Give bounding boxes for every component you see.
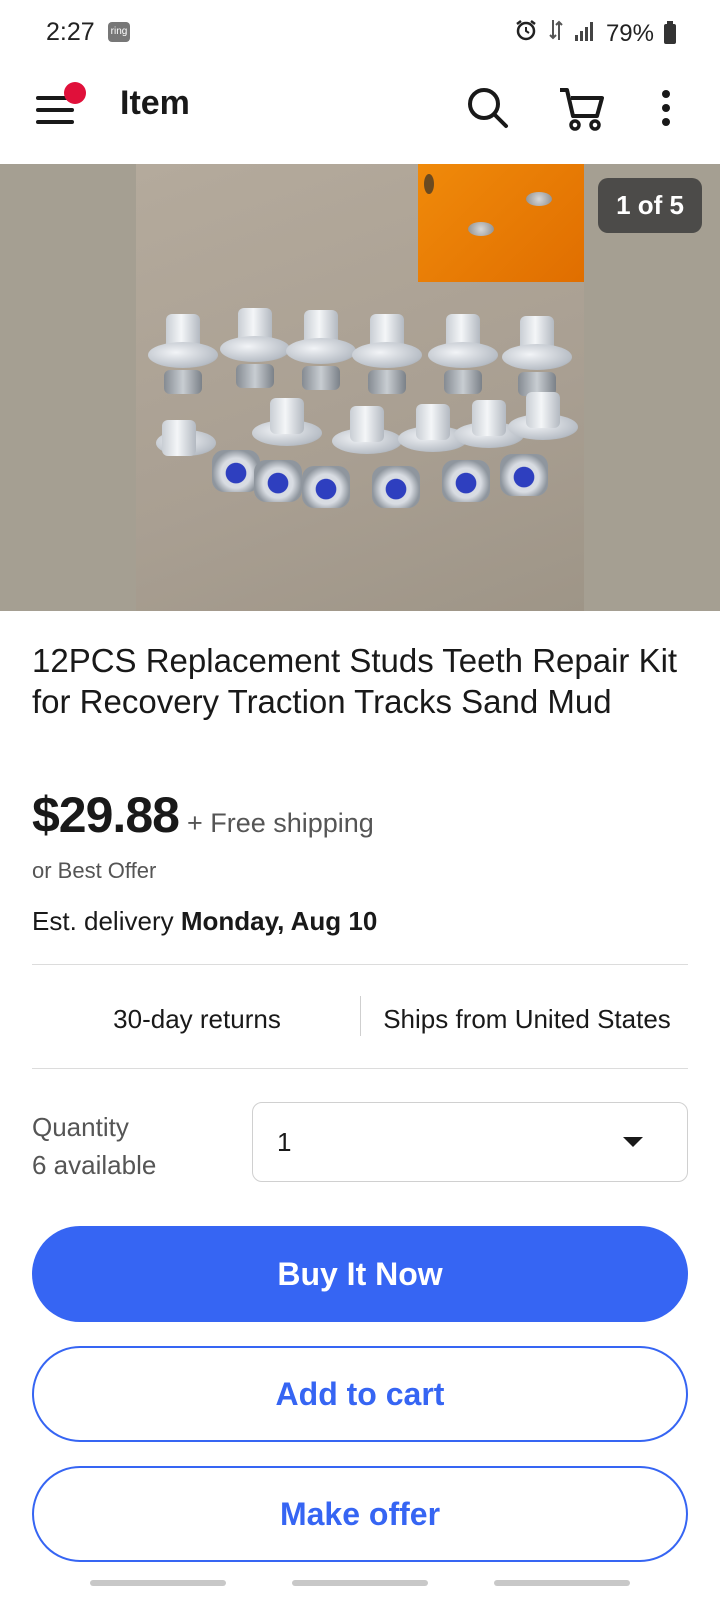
status-time: 2:27: [46, 18, 95, 46]
make-offer-button[interactable]: Make offer: [32, 1466, 688, 1562]
nav-hint-center: [292, 1580, 428, 1586]
add-to-cart-button[interactable]: Add to cart: [32, 1346, 688, 1442]
ships-from[interactable]: Ships from United States: [362, 966, 692, 1072]
chevron-down-icon: [623, 1137, 643, 1147]
delivery-date: Monday, Aug 10: [180, 906, 378, 936]
cart-icon: [557, 84, 607, 137]
inset-photo: [418, 164, 584, 282]
menu-icon[interactable]: [34, 82, 86, 132]
quantity-select[interactable]: 1: [252, 1102, 688, 1182]
photo-counter: 1 of 5: [598, 178, 702, 233]
policy-row: 30-day returns Ships from United States: [32, 966, 688, 1072]
page-title: Item: [120, 84, 190, 122]
image-gallery[interactable]: 1 of 5: [0, 164, 720, 611]
quantity-info: Quantity 6 available: [32, 1108, 156, 1184]
app-bar: Item: [0, 64, 720, 164]
delivery-estimate: Est. delivery Monday, Aug 10: [32, 906, 377, 937]
nylon-nut: [212, 450, 260, 492]
price-row: $29.88 + Free shipping: [32, 786, 374, 844]
signal-icon: [574, 20, 596, 48]
shipping-info: + Free shipping: [186, 808, 374, 838]
status-bar: 2:27 ring 79%: [0, 0, 720, 64]
data-transfer-icon: [548, 18, 564, 49]
quantity-label: Quantity: [32, 1112, 129, 1142]
search-icon: [464, 84, 512, 137]
nylon-nut: [442, 460, 490, 502]
battery-icon: [664, 20, 676, 44]
more-options-button[interactable]: [638, 82, 694, 138]
alarm-icon: [514, 18, 538, 49]
price: $29.88: [32, 787, 180, 843]
nav-hint-right: [494, 1580, 630, 1586]
cart-button[interactable]: [554, 82, 610, 138]
policy-separator: [360, 996, 361, 1036]
best-offer-text: or Best Offer: [32, 858, 157, 883]
quantity-available: 6 available: [32, 1150, 157, 1180]
nav-hint-left: [90, 1580, 226, 1586]
more-vert-icon: [660, 88, 672, 133]
divider: [32, 964, 688, 965]
item-title: 12PCS Replacement Studs Teeth Repair Kit…: [32, 642, 678, 720]
product-photo[interactable]: [136, 164, 584, 611]
search-button[interactable]: [460, 82, 516, 138]
nylon-nut: [500, 454, 548, 496]
battery-level: 79%: [605, 19, 654, 47]
buy-it-now-button[interactable]: Buy It Now: [32, 1226, 688, 1322]
ring-app-icon: ring: [108, 22, 130, 42]
delivery-label: Est. delivery: [32, 906, 174, 936]
nylon-nut: [372, 466, 420, 508]
divider: [32, 1068, 688, 1069]
status-icons: 79%: [514, 18, 676, 49]
returns-policy[interactable]: 30-day returns: [32, 966, 362, 1072]
nylon-nut: [302, 466, 350, 508]
notification-dot: [64, 82, 86, 104]
quantity-value: 1: [277, 1127, 292, 1157]
nylon-nut: [254, 460, 302, 502]
